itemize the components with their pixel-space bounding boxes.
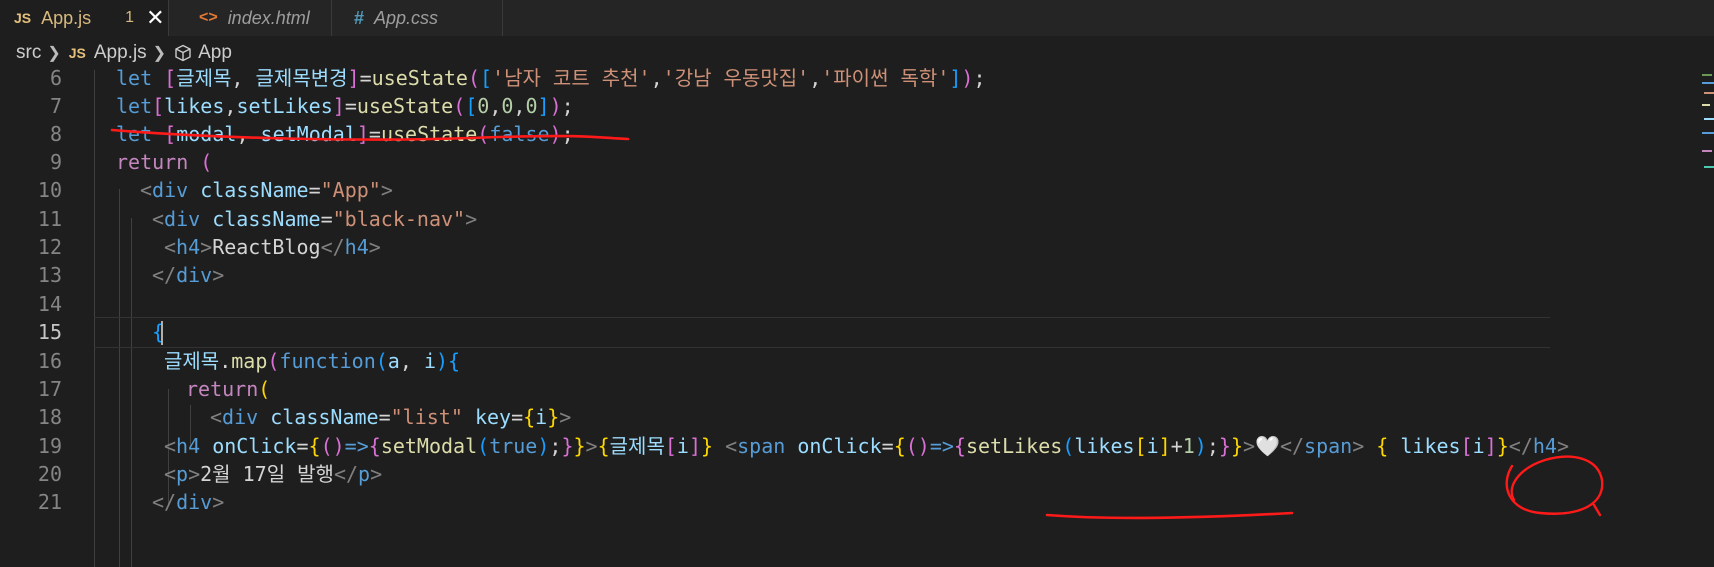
line-number: 12 — [37, 235, 62, 259]
minimap-line — [1702, 82, 1714, 84]
line-number: 14 — [37, 292, 62, 316]
breadcrumb-folder[interactable]: src — [16, 42, 41, 64]
code-text: let[likes,setLikes]=useState([0,0,0]); — [116, 94, 574, 118]
code-line: 12 <h4>ReactBlog</h4> — [0, 232, 1700, 263]
breadcrumb-symbol[interactable]: App — [198, 42, 232, 64]
code-line: 7 let[likes,setLikes]=useState([0,0,0]); — [0, 91, 1700, 122]
js-file-icon: JS — [14, 10, 32, 26]
chevron-right-icon: ❯ — [152, 45, 167, 62]
code-text: let [modal, setModal]=useState(false); — [116, 122, 574, 146]
minimap-line — [1702, 104, 1710, 106]
code-text: return ( — [116, 150, 213, 174]
code-text: <div className="black-nav"> — [152, 207, 478, 231]
chevron-right-icon: ❯ — [47, 45, 61, 62]
symbol-cube-icon — [174, 44, 192, 62]
code-text: <h4>ReactBlog</h4> — [164, 235, 381, 259]
editor-tab-bar: JS App.js 1 ✕ <> index.html # App.css — [0, 0, 1714, 36]
code-line: 19 <h4 onClick={()=>{setModal(true);}}>{… — [0, 431, 1700, 462]
line-number-active: 15 — [37, 320, 62, 344]
line-number: 19 — [37, 434, 62, 458]
code-line: 8 let [modal, setModal]=useState(false); — [0, 119, 1700, 150]
text-cursor — [161, 321, 163, 345]
minimap-line — [1704, 118, 1714, 120]
code-line: 14 — [0, 289, 1700, 320]
tab-label: App.css — [374, 7, 439, 28]
line-number: 18 — [37, 405, 62, 429]
code-text: 글제목.map(function(a, i){ — [164, 349, 461, 373]
line-number: 21 — [37, 490, 62, 514]
tab-divider — [502, 0, 503, 36]
line-number: 16 — [37, 349, 62, 373]
breadcrumb-file[interactable]: App.js — [94, 42, 147, 64]
code-line: 15 { — [0, 317, 1700, 348]
minimap-line — [1704, 166, 1714, 168]
html-file-icon: <> — [199, 9, 218, 26]
js-file-icon: JS — [68, 45, 86, 61]
tab-app-css[interactable]: # App.css — [332, 0, 502, 36]
line-number: 9 — [49, 150, 62, 174]
code-text: <h4 onClick={()=>{setModal(true);}}>{글제목… — [164, 434, 1570, 458]
code-text: <div className="list" key={i}> — [210, 405, 572, 429]
code-line: 18 <div className="list" key={i}> — [0, 402, 1700, 433]
code-text: return( — [186, 377, 271, 401]
code-text: <p>2월 17일 발행</p> — [164, 462, 383, 486]
code-line: 21 </div> — [0, 487, 1700, 518]
line-number: 7 — [49, 94, 62, 118]
problem-count-badge: 1 — [125, 9, 135, 26]
code-line: 11 <div className="black-nav"> — [0, 204, 1700, 235]
line-number: 20 — [37, 462, 62, 486]
minimap-line — [1702, 132, 1714, 134]
line-number: 10 — [37, 178, 62, 202]
code-line: 13 </div> — [0, 260, 1700, 291]
tab-label: index.html — [227, 7, 310, 28]
code-line: 20 <p>2월 17일 발행</p> — [0, 459, 1700, 490]
minimap-line — [1702, 150, 1712, 152]
code-text: </div> — [152, 490, 225, 514]
line-number: 17 — [37, 377, 62, 401]
close-icon[interactable]: ✕ — [146, 5, 164, 31]
tab-app-js[interactable]: JS App.js 1 ✕ — [0, 0, 168, 36]
line-number: 13 — [37, 263, 62, 287]
code-editor[interactable]: 6 let [글제목, 글제목변경]=useState(['남자 코트 추천',… — [0, 66, 1714, 567]
code-line: 6 let [글제목, 글제목변경]=useState(['남자 코트 추천',… — [0, 63, 1700, 94]
tab-index-html[interactable]: <> index.html — [169, 0, 331, 36]
line-number: 11 — [37, 207, 62, 231]
code-text: let [글제목, 글제목변경]=useState(['남자 코트 추천','강… — [116, 66, 986, 90]
code-line: 10 <div className="App"> — [0, 175, 1700, 206]
minimap[interactable] — [1700, 70, 1714, 190]
code-text: <div className="App"> — [140, 178, 393, 202]
css-file-icon: # — [354, 7, 365, 28]
minimap-line — [1702, 74, 1712, 76]
minimap-line — [1704, 92, 1714, 94]
code-text: </div> — [152, 263, 225, 287]
tab-label: App.js — [41, 7, 92, 28]
line-number: 8 — [49, 122, 62, 146]
code-line: 9 return ( — [0, 147, 1700, 178]
line-number: 6 — [49, 66, 62, 90]
code-line: 16 글제목.map(function(a, i){ — [0, 346, 1700, 377]
code-line: 17 return( — [0, 374, 1700, 405]
